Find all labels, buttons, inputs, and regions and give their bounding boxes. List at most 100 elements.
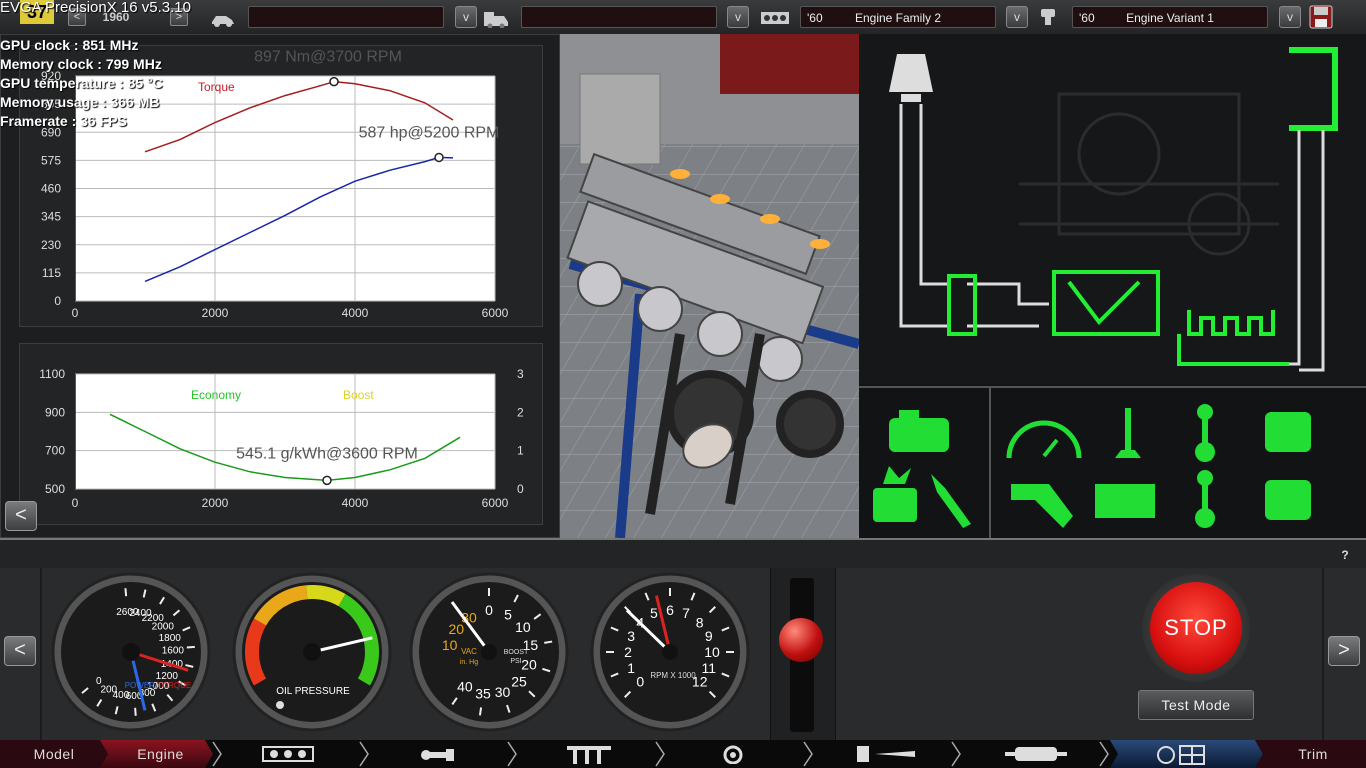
power-peak-label: 587 hp@5200 RPM	[359, 124, 500, 141]
piston-damage-icon[interactable]	[873, 466, 917, 522]
osd-title: EVGA PrecisionX 16 v5.3.10	[0, 0, 191, 16]
vac-tick-label: 10	[442, 637, 458, 653]
rpm-caption: RPM X 1000	[650, 671, 696, 680]
model-select-field[interactable]	[248, 6, 444, 28]
component-icon-grid	[859, 386, 1366, 540]
tab-trim[interactable]: Trim	[1263, 740, 1363, 768]
engine-variant-name: Engine Variant 1	[1126, 11, 1214, 25]
conrod-2-icon[interactable]	[1195, 470, 1215, 528]
x-tick-label: 2000	[202, 496, 229, 510]
rpm-tick-label: 3	[627, 628, 635, 644]
stop-button[interactable]: STOP	[1150, 582, 1242, 674]
bottom-tab-bar: Model Engine Trim	[0, 740, 1366, 768]
test-mode-button[interactable]: Test Mode	[1138, 690, 1254, 720]
engine-block-icon[interactable]	[760, 10, 790, 26]
osd-memory-usage: Memory usage : 366 MB	[0, 94, 160, 110]
osd-memory-clock: Memory clock : 799 MHz	[0, 56, 162, 72]
boost-tick-label: 20	[521, 657, 537, 673]
engine-hoist-icon[interactable]	[482, 8, 510, 28]
y-tick-label: 0	[54, 294, 61, 308]
boost-tick-label: 30	[495, 684, 511, 700]
wrench-hand-icon[interactable]	[1011, 484, 1073, 528]
boost-hub	[481, 644, 497, 660]
x-tick-label: 4000	[342, 496, 369, 510]
oil-caption: OIL PRESSURE	[276, 686, 350, 697]
tab-muffler-icon[interactable]	[1005, 746, 1067, 762]
save-icon[interactable]	[1309, 5, 1333, 29]
gauge-icon[interactable]	[1006, 420, 1082, 459]
x-tick-label: 0	[72, 306, 79, 320]
dash-prev-button[interactable]: <	[4, 636, 36, 666]
body-dropdown-button[interactable]: v	[727, 6, 749, 28]
boost-tick-label: 25	[511, 673, 527, 689]
tab-conrod-icon[interactable]	[420, 748, 456, 762]
rpm-tick-label: 8	[696, 614, 704, 630]
rpm-tick-label: 10	[704, 644, 720, 660]
engine-variant-field[interactable]: '60 Engine Variant 1	[1072, 6, 1268, 28]
help-button[interactable]: ?	[1330, 545, 1360, 565]
rpm-tick-label: 0	[636, 674, 644, 690]
tab-fuel-icon[interactable]	[855, 744, 919, 764]
power-caption-part: POWER	[125, 681, 155, 690]
tab-block-icon[interactable]	[262, 746, 314, 762]
top-toolbar: < 1960 > v v '60 Engine Family 2 v '60 E…	[0, 0, 1366, 35]
dash-next-button[interactable]: >	[1328, 636, 1360, 666]
x-tick-label: 4000	[342, 306, 369, 320]
economy-marker	[322, 475, 332, 486]
spark-plug-icon[interactable]	[931, 474, 971, 528]
x-tick-label: 2000	[202, 306, 229, 320]
osd-framerate: Framerate : 36 FPS	[0, 113, 127, 129]
rpm-tick-label: 1	[627, 660, 635, 676]
body-select-field[interactable]	[521, 6, 717, 28]
piston-icon[interactable]	[1265, 412, 1311, 452]
tab-model[interactable]: Model	[0, 740, 108, 768]
piston-icon[interactable]	[1038, 7, 1058, 27]
osd-gpu-clock: GPU clock : 851 MHz	[0, 37, 139, 53]
engine-family-dropdown[interactable]: v	[1006, 6, 1028, 28]
boost-caption: BOOST	[504, 649, 529, 656]
boost-tick-label: 0	[485, 602, 493, 618]
y-tick-label: 900	[45, 405, 65, 419]
boost-tick	[544, 640, 553, 644]
peak-marker	[434, 152, 444, 163]
tab-valvetrain-icon[interactable]	[565, 744, 613, 764]
economy-boost-chart: 0 2000 4000 6000 500 700 900 1100 0 1 2 3 545.1 g/kW…	[39, 367, 524, 510]
plot-area	[75, 374, 495, 489]
engine-schematic-panel	[859, 34, 1366, 540]
crankshaft-icon[interactable]	[1095, 484, 1155, 518]
torque-tick	[186, 645, 195, 649]
torque-tick	[134, 707, 137, 716]
y2-tick-label: 0	[517, 482, 524, 496]
torque-tick	[124, 588, 128, 597]
y-tick-label: 700	[45, 444, 65, 458]
engine-family-field[interactable]: '60 Engine Family 2	[800, 6, 996, 28]
y-tick-label: 500	[45, 482, 65, 496]
engine-variant-dropdown[interactable]: v	[1279, 6, 1301, 28]
throttle-knob[interactable]	[779, 618, 823, 662]
engine-3d-view[interactable]	[560, 34, 859, 538]
left-panel-back-button[interactable]: <	[5, 501, 37, 531]
boost-unit: PSI	[510, 658, 521, 665]
rpm-tick-label: 9	[705, 628, 713, 644]
rpm-tick-label: 7	[682, 605, 690, 621]
rpm-hub	[662, 644, 678, 660]
piston-2-icon[interactable]	[1265, 480, 1311, 520]
boost-tick-label: 40	[457, 678, 473, 694]
check-engine-icon[interactable]	[889, 410, 949, 452]
x-tick-label: 0	[72, 496, 79, 510]
economy-peak-label: 545.1 g/kWh@3600 RPM	[236, 445, 418, 462]
boost-tick-label: 35	[475, 686, 491, 702]
rpm-tick-label: 5	[650, 605, 658, 621]
car-icon[interactable]	[210, 10, 236, 28]
tab-turbo-icon[interactable]	[722, 744, 744, 764]
rpm-tick-label: 2	[624, 644, 632, 660]
torque-tick-label: 200	[100, 685, 117, 696]
model-dropdown-button[interactable]: v	[455, 6, 477, 28]
conrod-icon[interactable]	[1195, 404, 1215, 462]
tab-engine[interactable]: Engine	[108, 740, 213, 768]
y-tick-label: 115	[42, 266, 61, 280]
oil-yellow-zone	[306, 585, 346, 607]
valve-icon[interactable]	[1115, 408, 1141, 458]
y-tick-label: 230	[41, 238, 61, 252]
tab-dyno-icon[interactable]	[1156, 744, 1208, 766]
